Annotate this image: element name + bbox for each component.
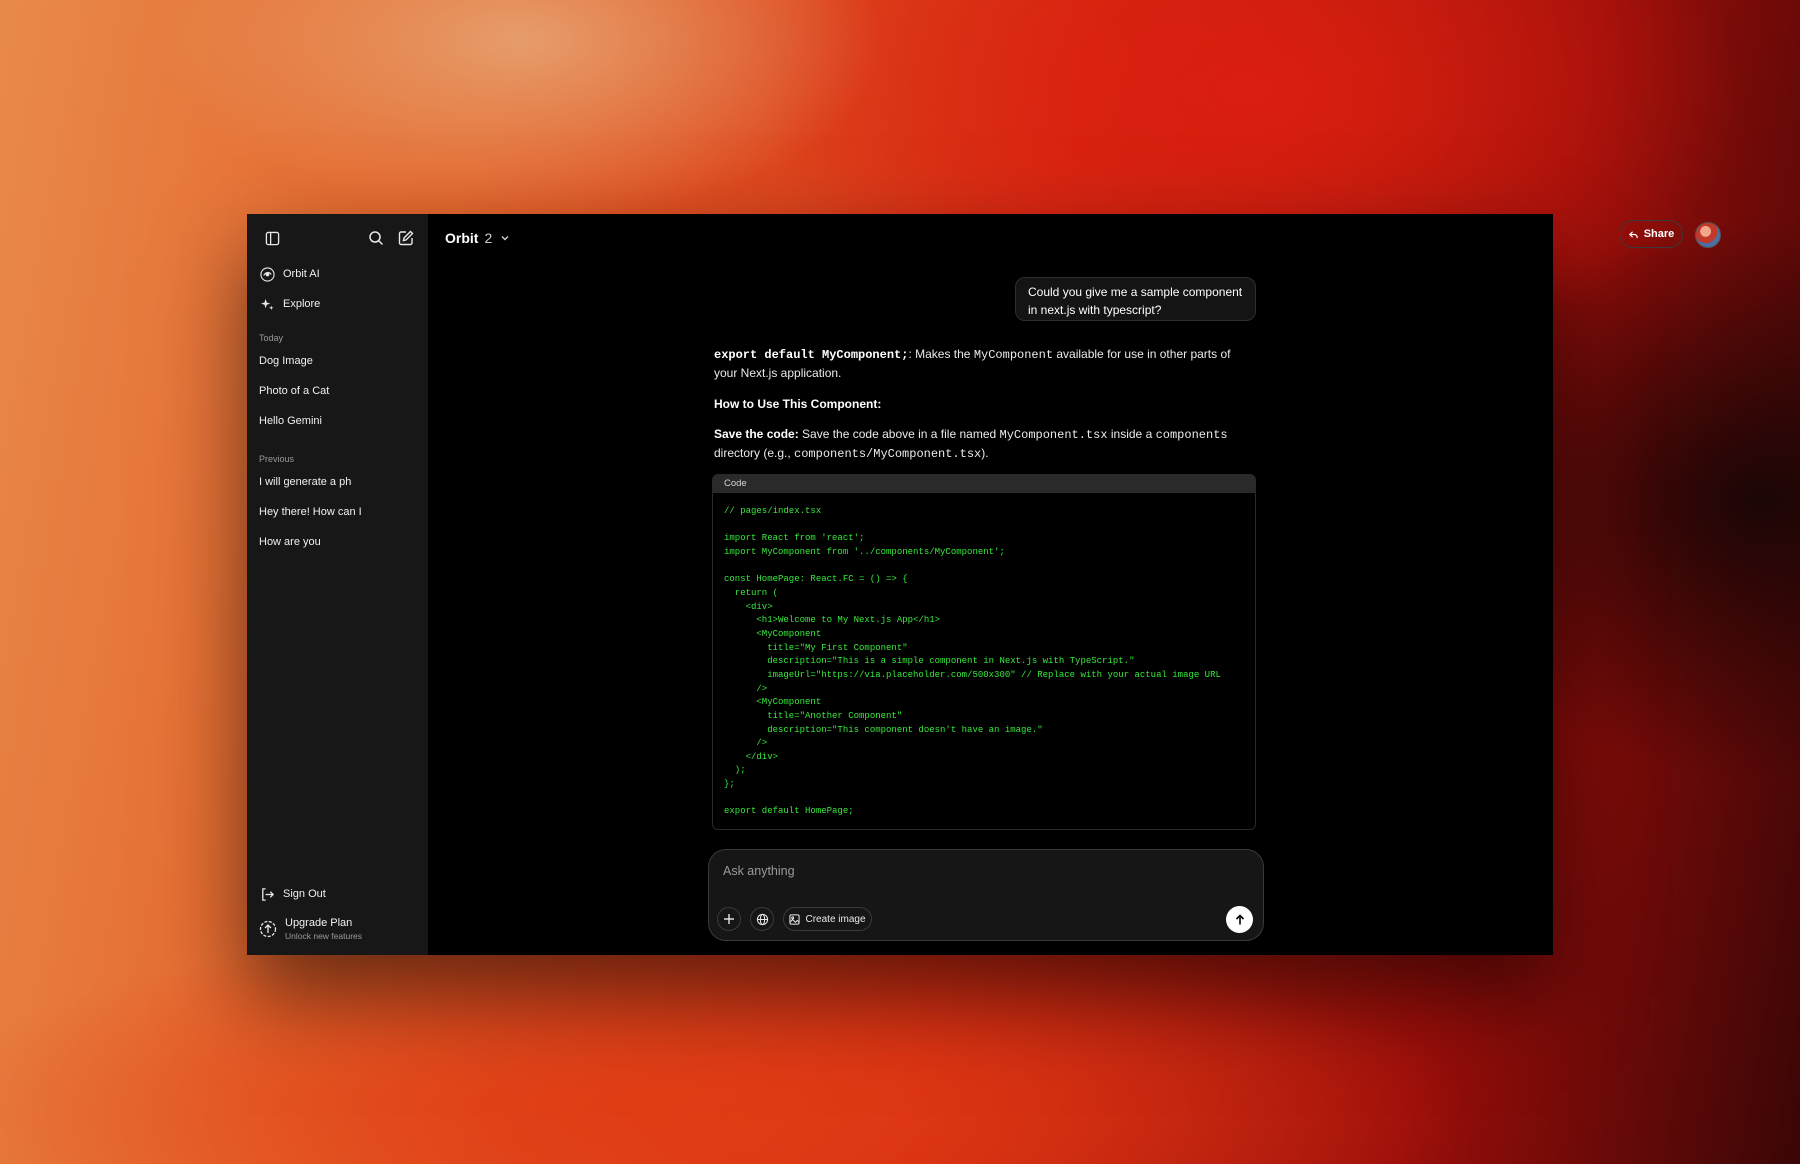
attach-button[interactable] — [717, 907, 741, 931]
sign-out-button[interactable]: Sign Out — [259, 882, 326, 906]
web-search-button[interactable] — [750, 907, 774, 931]
search-icon[interactable] — [365, 226, 387, 250]
answer-heading-text: How to Use This Component: — [714, 397, 882, 411]
share-label: Share — [1643, 228, 1675, 240]
sign-out-label: Sign Out — [283, 888, 326, 900]
upgrade-plan-button[interactable]: Upgrade Plan Unlock new features — [259, 917, 362, 941]
sidebar-item-explore[interactable]: Explore — [259, 292, 320, 316]
send-button[interactable] — [1226, 906, 1253, 933]
model-name: Orbit — [445, 230, 479, 246]
sidebar-item-label: Orbit AI — [283, 268, 320, 280]
sidebar-item-orbit-ai[interactable]: Orbit AI — [259, 262, 320, 286]
share-icon — [1628, 229, 1639, 240]
sign-out-icon — [259, 886, 275, 902]
chat-history-item[interactable]: Photo of a Cat — [259, 385, 329, 397]
inline-code: export default MyComponent; — [714, 348, 909, 362]
new-chat-icon[interactable] — [395, 226, 417, 250]
model-selector[interactable]: Orbit 2 — [445, 226, 510, 250]
app-window: Orbit AI Explore Today Dog Image Photo o… — [247, 214, 1721, 955]
sidebar-item-label: Explore — [283, 298, 321, 310]
plus-icon — [723, 913, 735, 925]
answer-text: ). — [981, 446, 989, 460]
answer-text: Save the code above in a file named — [798, 427, 1000, 441]
chat-history-item[interactable]: Hey there! How can I — [259, 506, 362, 518]
inline-code: components — [1155, 428, 1228, 442]
create-image-label: Create image — [805, 913, 866, 925]
code-block-label: Code — [713, 475, 1255, 493]
code-block: Code // pages/index.tsx import React fro… — [712, 474, 1256, 830]
answer-heading: How to Use This Component: — [714, 395, 1254, 413]
upgrade-plan-title: Upgrade Plan — [285, 917, 353, 929]
sidebar-toggle-icon[interactable] — [261, 226, 283, 250]
prompt-input[interactable] — [721, 860, 1245, 882]
share-button[interactable]: Share — [1619, 220, 1683, 248]
upgrade-icon — [259, 920, 277, 938]
composer: Create image — [708, 849, 1264, 941]
answer-bold-text: Save the code: — [714, 427, 799, 441]
orbit-logo-icon — [259, 266, 275, 282]
inline-code: MyComponent — [973, 348, 1054, 362]
answer-text: directory (e.g., — [714, 446, 795, 460]
answer-text: inside a — [1107, 427, 1156, 441]
chat-history-item[interactable]: Dog Image — [259, 355, 313, 367]
answer-paragraph: export default MyComponent;: Makes the M… — [714, 345, 1254, 382]
answer-text: : Makes the — [908, 347, 974, 361]
inline-code: MyComponent.tsx — [999, 428, 1108, 442]
section-title-today: Today — [259, 333, 284, 343]
section-title-previous: Previous — [259, 454, 295, 464]
create-image-button[interactable]: Create image — [783, 907, 872, 931]
model-version: 2 — [484, 230, 493, 246]
answer-paragraph: Save the code: Save the code above in a … — [714, 425, 1254, 463]
sidebar-toolbar — [261, 226, 416, 250]
chat-history-item[interactable]: How are you — [259, 536, 321, 548]
image-icon — [789, 913, 801, 925]
avatar[interactable] — [1695, 222, 1721, 248]
chat-history-item[interactable]: Hello Gemini — [259, 415, 322, 427]
sparkle-icon — [259, 296, 275, 312]
upgrade-plan-subtitle: Unlock new features — [285, 931, 363, 941]
chat-main: Orbit 2 Share Could you give me a sample… — [428, 214, 1721, 955]
chat-history-item[interactable]: I will generate a ph — [259, 476, 351, 488]
code-content[interactable]: // pages/index.tsx import React from 're… — [713, 493, 1255, 819]
user-message: Could you give me a sample component in … — [1015, 277, 1256, 321]
arrow-up-icon — [1234, 913, 1246, 926]
chevron-down-icon — [500, 233, 510, 243]
sidebar: Orbit AI Explore Today Dog Image Photo o… — [247, 214, 428, 955]
globe-icon — [756, 913, 769, 926]
inline-code: components/MyComponent.tsx — [794, 447, 982, 461]
